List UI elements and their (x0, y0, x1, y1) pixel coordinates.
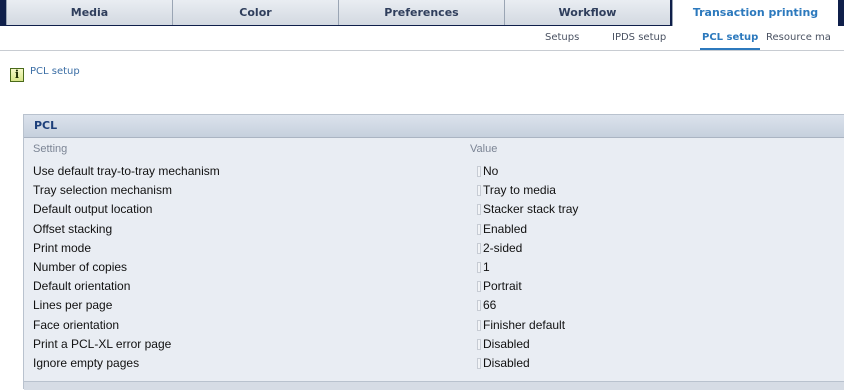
setting-label: Default orientation (33, 279, 131, 294)
value-marker (477, 319, 481, 331)
page-title: PCL setup (30, 66, 80, 77)
setting-value: Tray to media (483, 183, 556, 198)
setting-row-ignore-empty-pages[interactable]: Ignore empty pages Disabled (24, 354, 844, 373)
setting-row-default-tray-mechanism[interactable]: Use default tray-to-tray mechanism No (24, 162, 844, 181)
setting-label: Default output location (33, 202, 153, 217)
setting-value: 2-sided (483, 240, 523, 255)
setting-row-face-orientation[interactable]: Face orientation Finisher default (24, 316, 844, 335)
panel-footer (24, 381, 844, 390)
subtab-ipds-setup[interactable]: IPDS setup (612, 26, 666, 50)
setting-label: Print a PCL-XL error page (33, 336, 172, 351)
value-marker (477, 242, 481, 254)
main-tab-bar: Media Color Preferences Workflow Transac… (0, 0, 844, 26)
tab-media[interactable]: Media (6, 0, 172, 25)
setting-value: Stacker stack tray (483, 202, 579, 217)
setting-label: Offset stacking (33, 221, 113, 236)
setting-value: No (483, 164, 499, 178)
column-header-value: Value (470, 143, 498, 155)
value-marker (477, 223, 481, 235)
value-marker (477, 185, 481, 197)
setting-row-default-orientation[interactable]: Default orientation Portrait (24, 277, 844, 296)
sub-tab-bar: Setups IPDS setup PCL setup Resource ma (0, 26, 844, 51)
setting-row-lines-per-page[interactable]: Lines per page 66 (24, 296, 844, 315)
panel-title: PCL (34, 119, 58, 132)
setting-value: Finisher default (483, 317, 566, 332)
setting-label: Ignore empty pages (33, 355, 140, 370)
setting-row-pcl-xl-error-page[interactable]: Print a PCL-XL error page Disabled (24, 335, 844, 354)
tab-preferences[interactable]: Preferences (338, 0, 504, 25)
setting-value: 1 (483, 259, 490, 274)
value-marker (477, 300, 481, 312)
info-icon: i (10, 68, 24, 82)
setting-row-tray-selection-mechanism[interactable]: Tray selection mechanism Tray to media (24, 181, 844, 200)
setting-label: Use default tray-to-tray mechanism (33, 164, 220, 178)
value-marker (477, 281, 481, 293)
subtab-resource-management[interactable]: Resource ma (766, 26, 831, 50)
setting-label: Lines per page (33, 298, 113, 313)
settings-list: Use default tray-to-tray mechanism No Tr… (24, 162, 844, 373)
setting-label: Tray selection mechanism (33, 183, 172, 198)
value-marker (477, 261, 481, 273)
panel-header: PCL (24, 115, 844, 138)
pcl-panel: PCL Setting Value Use default tray-to-tr… (23, 114, 844, 390)
value-marker (477, 204, 481, 216)
setting-value: Enabled (483, 221, 528, 236)
tab-color[interactable]: Color (172, 0, 338, 25)
setting-row-print-mode[interactable]: Print mode 2-sided (24, 239, 844, 258)
setting-value: Disabled (483, 336, 530, 351)
setting-label: Number of copies (33, 259, 128, 274)
column-header-setting: Setting (33, 143, 68, 155)
setting-value: Disabled (483, 355, 530, 370)
subtab-setups[interactable]: Setups (545, 26, 579, 50)
setting-label: Print mode (33, 240, 92, 255)
tab-transaction-printing[interactable]: Transaction printing (672, 0, 838, 26)
setting-label: Face orientation (33, 317, 120, 332)
value-marker (477, 338, 481, 350)
value-marker (477, 357, 481, 369)
subtab-pcl-setup[interactable]: PCL setup (699, 26, 761, 50)
setting-row-default-output-location[interactable]: Default output location Stacker stack tr… (24, 200, 844, 219)
setting-row-number-of-copies[interactable]: Number of copies 1 (24, 258, 844, 277)
value-marker (477, 166, 481, 177)
setting-row-offset-stacking[interactable]: Offset stacking Enabled (24, 220, 844, 239)
setting-value: Portrait (483, 279, 522, 294)
tab-workflow[interactable]: Workflow (504, 0, 670, 25)
setting-value: 66 (483, 298, 497, 313)
